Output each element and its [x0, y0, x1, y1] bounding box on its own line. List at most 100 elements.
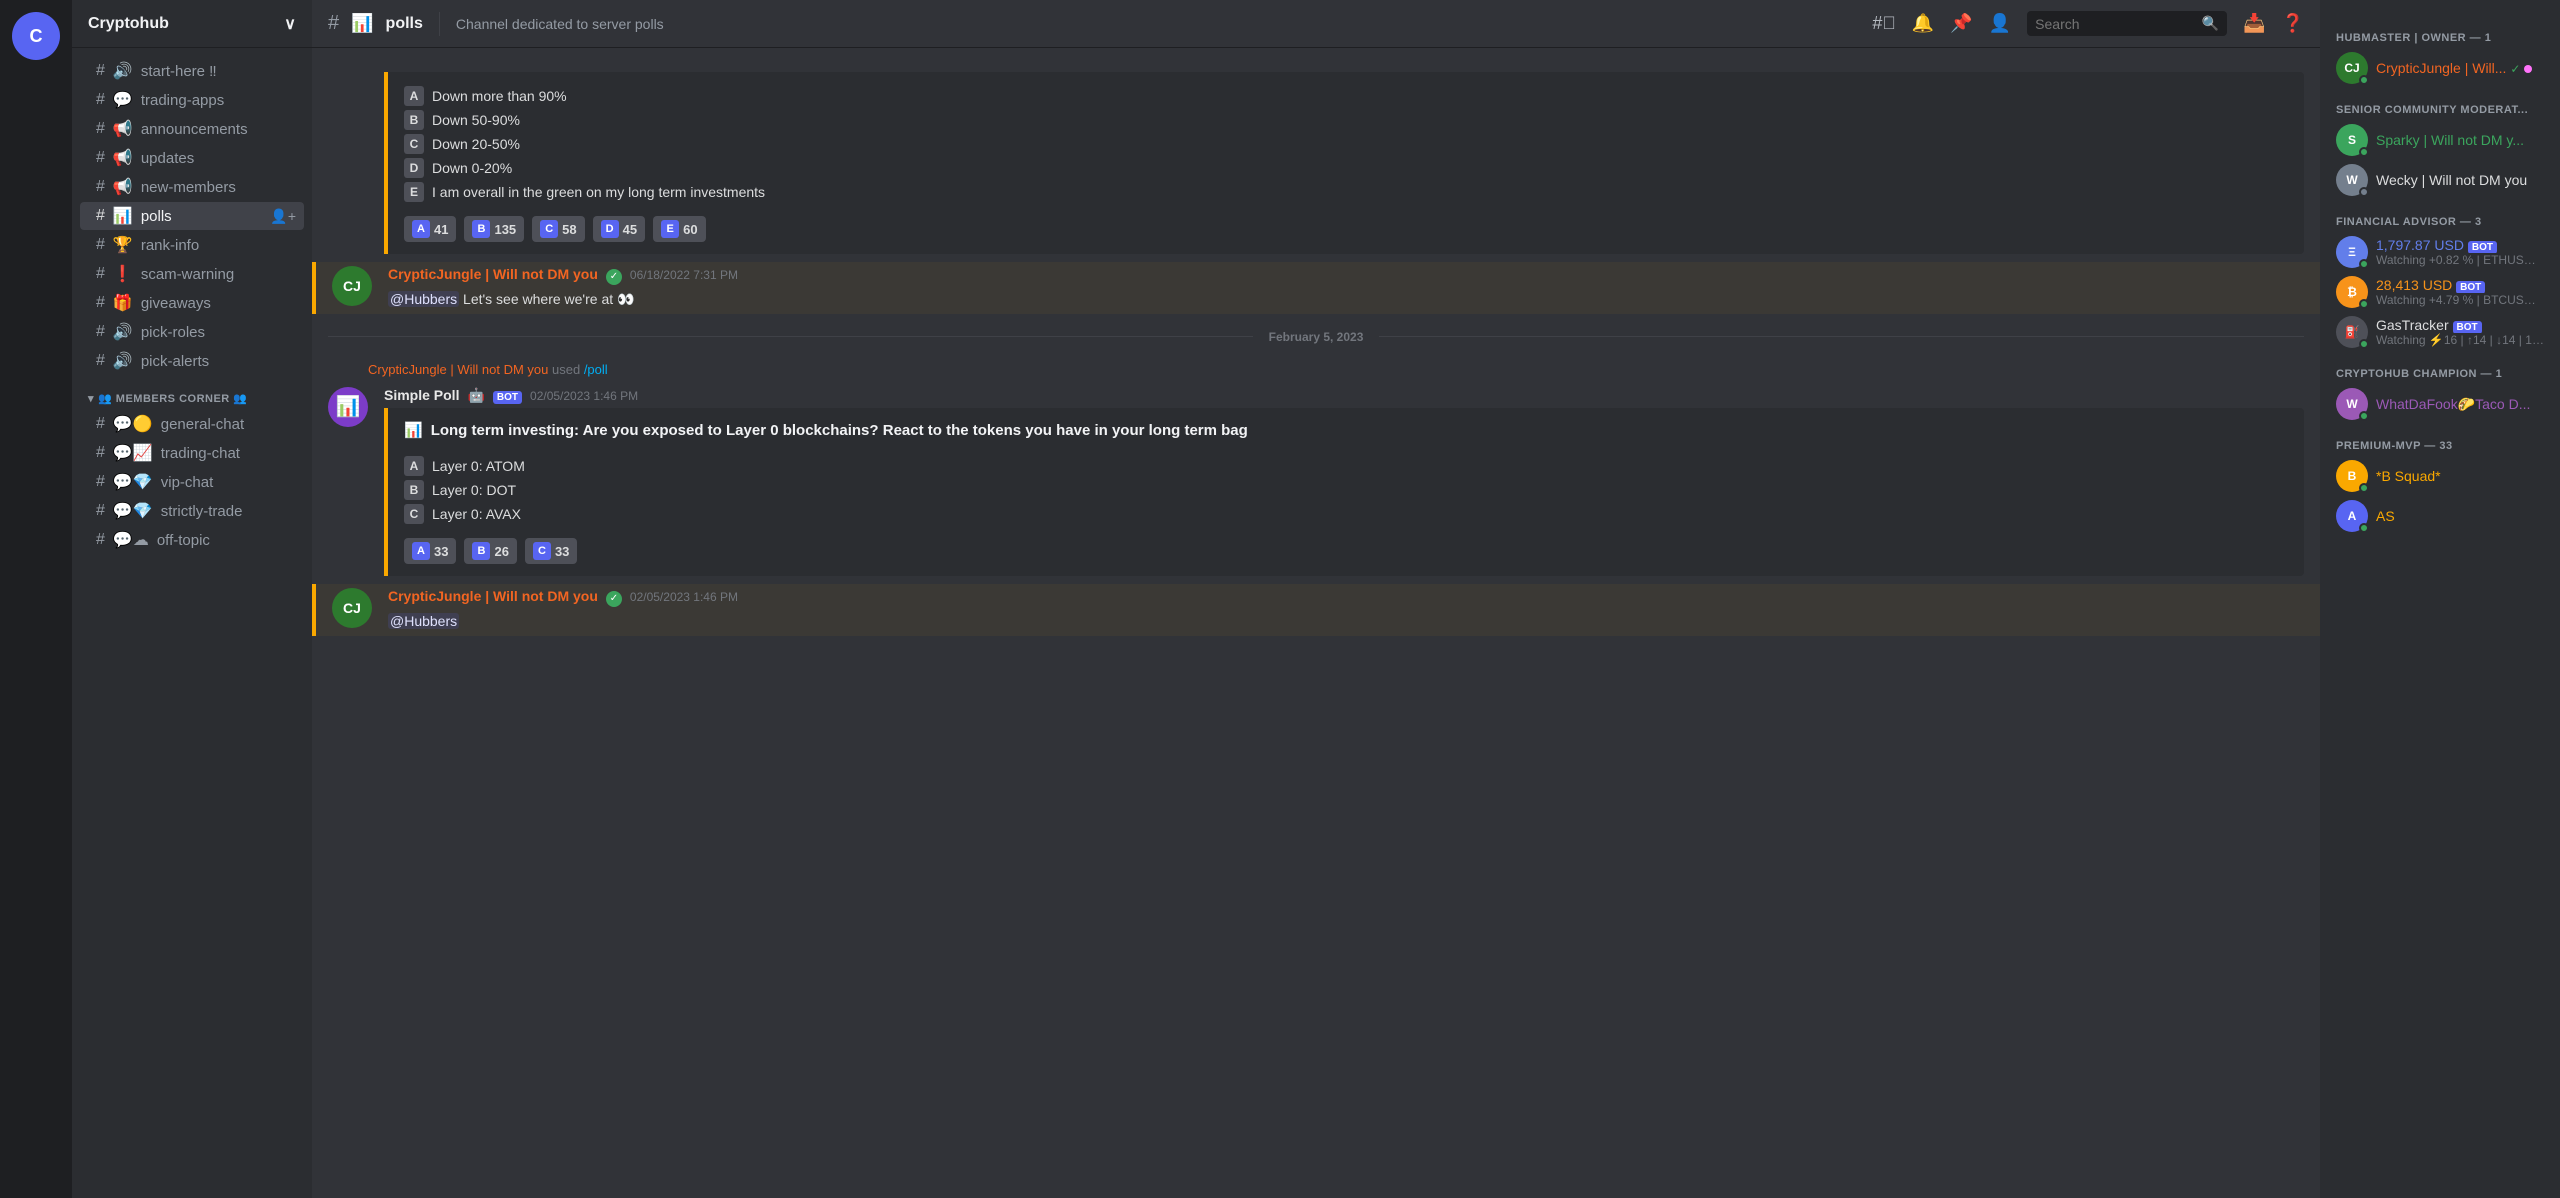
vote2-count-a: 33	[434, 544, 448, 559]
member-bsquad[interactable]: B *B Squad*	[2328, 456, 2552, 496]
channel-item-giveaways[interactable]: # 🎁 giveaways	[80, 289, 304, 317]
member-category-senior-mod: SENIOR COMMUNITY MODERAT...	[2328, 88, 2552, 120]
member-info-btc: 28,413 USD BOT Watching +4.79 % | BTCUSD…	[2376, 277, 2544, 307]
channel-item-general-chat[interactable]: # 💬🟡 general-chat	[80, 410, 304, 438]
vote-badge-c[interactable]: C 58	[532, 216, 584, 242]
bar-chart-icon: 📊	[404, 420, 423, 443]
channel-item-strictly-trade[interactable]: # 💬💎 strictly-trade	[80, 497, 304, 525]
channel-item-rank-info[interactable]: # 🏆 rank-info	[80, 231, 304, 259]
channel-icon: 💬📈	[113, 443, 153, 463]
vote-count-a: 41	[434, 222, 448, 237]
inbox-icon[interactable]: 📥	[2243, 13, 2265, 34]
poll2-option-a: A Layer 0: ATOM	[404, 454, 2288, 478]
member-gastracker[interactable]: ⛽ GasTracker BOT Watching ⚡16 | ↑14 | ↓1…	[2328, 312, 2552, 352]
member-name-whatdafook: WhatDaFook🌮Taco D...	[2376, 396, 2544, 413]
member-info-as: AS	[2376, 508, 2544, 524]
vote2-letter-c: C	[533, 542, 551, 560]
hash-icon: #	[96, 120, 105, 138]
poll1-option-b: B Down 50-90%	[404, 108, 2288, 132]
channel-item-vip-chat[interactable]: # 💬💎 vip-chat	[80, 468, 304, 496]
channel-item-polls[interactable]: # 📊 polls 👤+	[80, 202, 304, 230]
vote2-badge-a[interactable]: A 33	[404, 538, 456, 564]
message-content-2: CrypticJungle | Will not DM you ✓ 02/05/…	[388, 588, 2304, 632]
member-btc-price[interactable]: ₿ 28,413 USD BOT Watching +4.79 % | BTCU…	[2328, 272, 2552, 312]
member-name-bsquad: *B Squad*	[2376, 468, 2544, 484]
channel-icon: ❗	[113, 264, 133, 284]
command-link[interactable]: /poll	[584, 362, 608, 377]
member-name-wecky: Wecky | Will not DM you	[2376, 172, 2544, 188]
channel-name: rank-info	[141, 237, 296, 254]
channel-item-updates[interactable]: # 📢 updates	[80, 144, 304, 172]
message-content-1: CrypticJungle | Will not DM you ✓ 06/18/…	[388, 266, 2304, 310]
message-text-1: @Hubbers Let's see where we're at 👀	[388, 289, 2304, 310]
poll-letter-c: C	[404, 504, 424, 524]
channel-item-scam-warning[interactable]: # ❗ scam-warning	[80, 260, 304, 288]
status-offline-wecky	[2359, 187, 2369, 197]
message-author-1: CrypticJungle | Will not DM you	[388, 266, 598, 282]
poll2-option-b: B Layer 0: DOT	[404, 478, 2288, 502]
poll2-timestamp: 02/05/2023 1:46 PM	[530, 389, 638, 403]
add-member-icon[interactable]: 👤+	[270, 208, 296, 225]
poll2-author: Simple Poll	[384, 387, 459, 403]
search-input[interactable]	[2035, 16, 2194, 32]
channel-icon: 💬	[113, 90, 133, 110]
members-icon[interactable]: 👤	[1989, 13, 2011, 34]
members-corner-category[interactable]: ▾ 👥 MEMBERS CORNER 👥	[72, 376, 312, 409]
main-content: # 📊 polls Channel dedicated to server po…	[312, 0, 2320, 1198]
search-bar[interactable]: 🔍	[2027, 11, 2227, 36]
message-text-2: @Hubbers	[388, 611, 2304, 632]
member-category-hubmaster: HUBMASTER | OWNER — 1	[2328, 16, 2552, 48]
channel-icon: 💬💎	[113, 472, 153, 492]
avatar-crypticjungle: CJ	[2336, 52, 2368, 84]
member-wecky[interactable]: W Wecky | Will not DM you	[2328, 160, 2552, 200]
bot-badge-btc: BOT	[2456, 281, 2485, 293]
channel-name: start-here ‼	[141, 63, 296, 80]
channel-item-trading-chat[interactable]: # 💬📈 trading-chat	[80, 439, 304, 467]
avatar-bsquad: B	[2336, 460, 2368, 492]
category-label: 👥 MEMBERS CORNER 👥	[98, 392, 247, 405]
poll2-content: Simple Poll 🤖 BOT 02/05/2023 1:46 PM 📊 L…	[384, 387, 2304, 581]
status-online-sparky	[2359, 147, 2369, 157]
bot-badge: BOT	[493, 391, 522, 404]
member-as[interactable]: A AS	[2328, 496, 2552, 536]
member-crypticjungle[interactable]: CJ CrypticJungle | Will... ✓	[2328, 48, 2552, 88]
poll1-option-d: D Down 0-20%	[404, 156, 2288, 180]
channel-icon: 📢	[113, 148, 133, 168]
member-name-btc: 28,413 USD BOT	[2376, 277, 2544, 293]
member-whatdafook[interactable]: W WhatDaFook🌮Taco D...	[2328, 384, 2552, 424]
vote2-badge-b[interactable]: B 26	[464, 538, 516, 564]
header-actions: #⃣ 🔔 📌 👤 🔍 📥 ❓	[1872, 11, 2304, 36]
channel-item-new-members[interactable]: # 📢 new-members	[80, 173, 304, 201]
status-online-bsquad	[2359, 483, 2369, 493]
hash-icon: #	[96, 473, 105, 491]
member-eth-price[interactable]: Ξ 1,797.87 USD BOT Watching +0.82 % | ET…	[2328, 232, 2552, 272]
server-name: Cryptohub	[88, 15, 169, 33]
verified-badge-2: ✓	[606, 591, 622, 607]
help-icon[interactable]: ❓	[2282, 13, 2304, 34]
vote-badge-b[interactable]: B 135	[464, 216, 524, 242]
member-sparky[interactable]: S Sparky | Will not DM y...	[2328, 120, 2552, 160]
hash-threads-icon[interactable]: #⃣	[1872, 13, 1896, 34]
channel-name: scam-warning	[141, 266, 296, 283]
hash-icon: #	[96, 531, 105, 549]
channel-icon: 📊	[113, 206, 133, 226]
channel-item-pick-roles[interactable]: # 🔊 pick-roles	[80, 318, 304, 346]
vote-badge-d[interactable]: D 45	[593, 216, 645, 242]
channel-item-start-here[interactable]: # 🔊 start-here ‼	[80, 57, 304, 85]
vote-badge-a[interactable]: A 41	[404, 216, 456, 242]
vote-letter-c: C	[540, 220, 558, 238]
hash-icon: #	[96, 352, 105, 370]
channel-item-pick-alerts[interactable]: # 🔊 pick-alerts	[80, 347, 304, 375]
server-sidebar: C	[0, 0, 72, 1198]
channel-name: trading-chat	[161, 445, 296, 462]
channel-item-off-topic[interactable]: # 💬☁ off-topic	[80, 526, 304, 554]
bell-icon[interactable]: 🔔	[1912, 13, 1934, 34]
pin-icon[interactable]: 📌	[1950, 13, 1972, 34]
message-header-2: CrypticJungle | Will not DM you ✓ 02/05/…	[388, 588, 2304, 607]
server-icon[interactable]: C	[12, 12, 60, 60]
vote2-badge-c[interactable]: C 33	[525, 538, 577, 564]
channel-item-announcements[interactable]: # 📢 announcements	[80, 115, 304, 143]
vote-badge-e[interactable]: E 60	[653, 216, 705, 242]
channel-item-trading-apps[interactable]: # 💬 trading-apps	[80, 86, 304, 114]
server-header[interactable]: Cryptohub ∨	[72, 0, 312, 48]
